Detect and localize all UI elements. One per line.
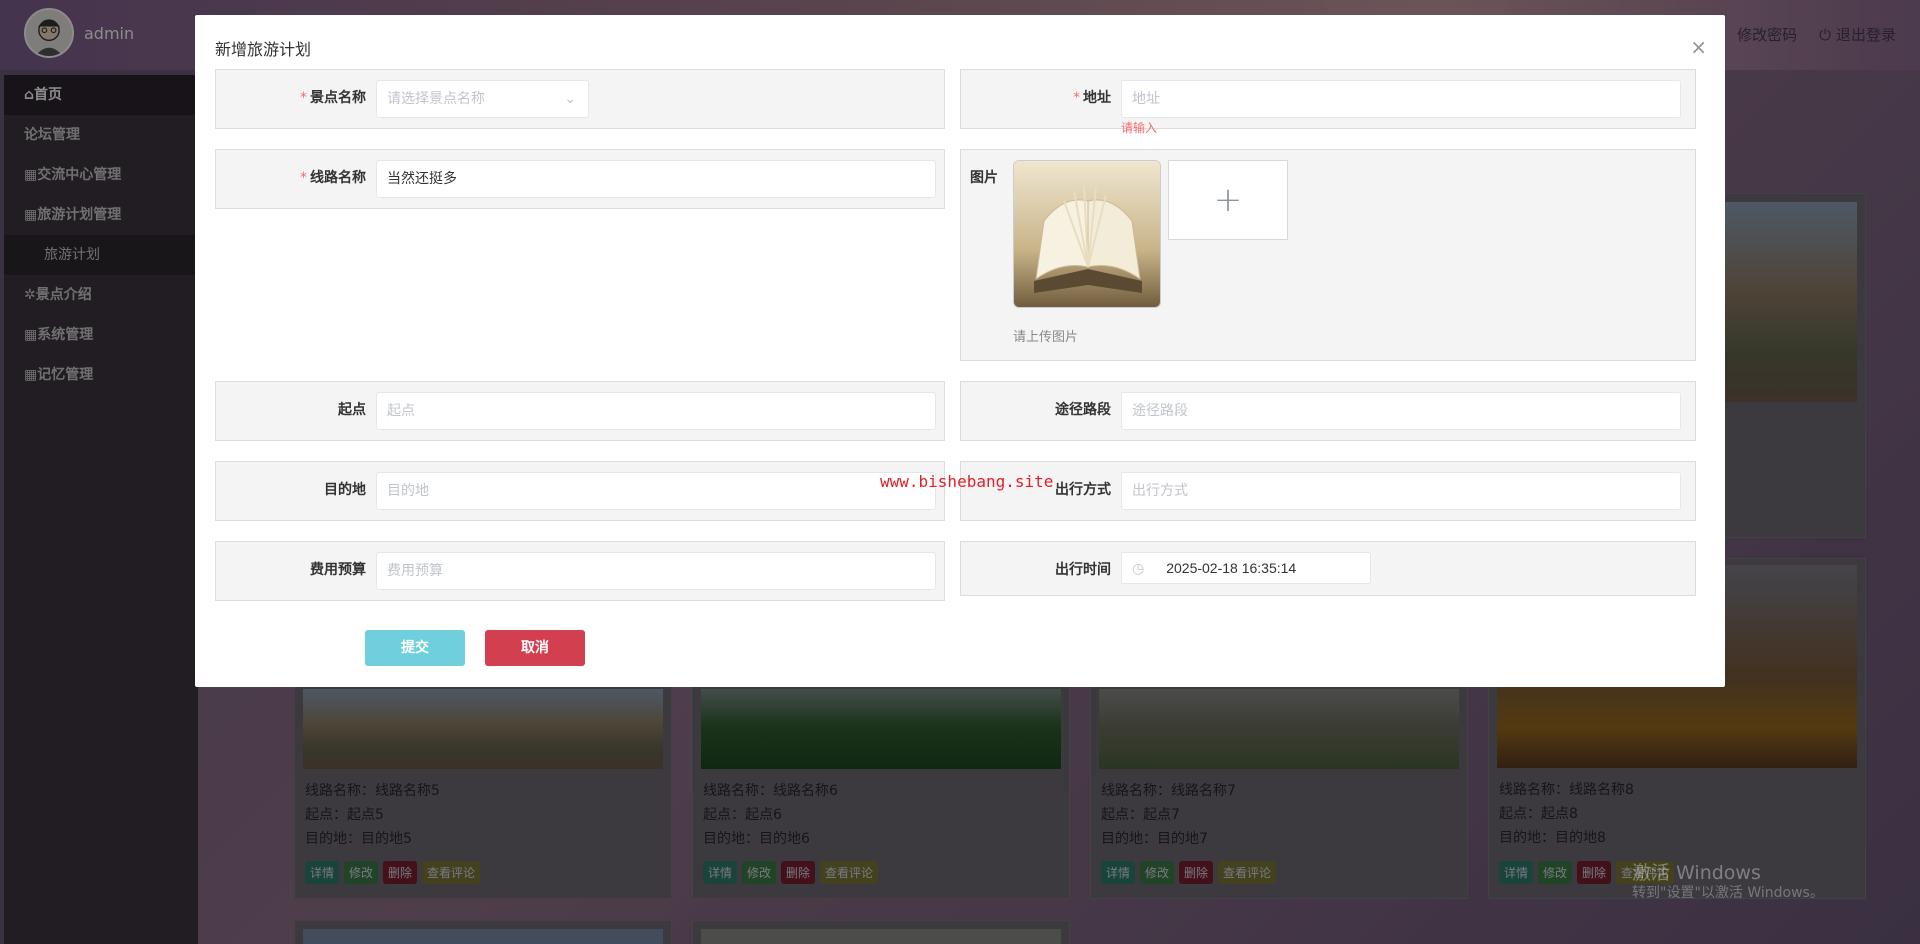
image-label: 图片: [970, 170, 998, 186]
address-error: 请输入: [1121, 121, 1158, 135]
submit-button[interactable]: 提交: [365, 630, 465, 666]
open-book-image: [1014, 161, 1160, 307]
departure-time-picker[interactable]: ◷ 2025-02-18 16:35:14: [1121, 552, 1371, 584]
add-travel-plan-dialog: 新增旅游计划 × * 景点名称 请选择景点名称 ⌄ * 地址 地址 请输入 * 线路名…: [195, 15, 1725, 687]
dialog-title: 新增旅游计划: [215, 40, 312, 59]
address-placeholder: 地址: [1132, 91, 1160, 107]
windows-activation-hint: 转到"设置"以激活 Windows。: [1632, 885, 1824, 901]
site-watermark: www.bishebang.site: [880, 472, 1054, 491]
start-placeholder: 起点: [387, 403, 415, 419]
destination-placeholder: 目的地: [387, 483, 429, 499]
route-name-label: * 线路名称: [300, 170, 366, 186]
image-field: 图片 + 请上传图片: [960, 149, 1696, 361]
departure-time-field: 出行时间 ◷ 2025-02-18 16:35:14: [960, 541, 1696, 596]
destination-label: 目的地: [324, 482, 366, 498]
scenic-name-field: * 景点名称 请选择景点名称 ⌄: [215, 69, 945, 129]
budget-placeholder: 费用预算: [387, 563, 443, 579]
waypoints-field: 途径路段 途径路段: [960, 381, 1696, 441]
start-field: 起点 起点: [215, 381, 945, 441]
travel-mode-placeholder: 出行方式: [1132, 483, 1188, 499]
scenic-name-placeholder: 请选择景点名称: [387, 91, 485, 107]
scenic-name-select[interactable]: 请选择景点名称 ⌄: [376, 80, 589, 118]
scenic-name-label: * 景点名称: [300, 90, 366, 106]
address-label: * 地址: [1073, 90, 1111, 106]
uploaded-image-thumbnail[interactable]: [1013, 160, 1161, 308]
travel-mode-field: 出行方式 出行方式: [960, 461, 1696, 521]
start-label: 起点: [338, 402, 366, 418]
plus-icon: +: [1213, 180, 1243, 220]
start-input[interactable]: 起点: [376, 392, 936, 430]
upload-hint: 请上传图片: [1013, 330, 1079, 345]
budget-input[interactable]: 费用预算: [376, 552, 936, 590]
cancel-button[interactable]: 取消: [485, 630, 585, 666]
close-icon[interactable]: ×: [1690, 35, 1707, 59]
upload-add-button[interactable]: +: [1168, 160, 1288, 240]
waypoints-placeholder: 途径路段: [1132, 403, 1188, 419]
budget-field: 费用预算 费用预算: [215, 541, 945, 601]
route-name-input[interactable]: 当然还挺多: [376, 160, 936, 198]
clock-icon: ◷: [1132, 560, 1145, 576]
address-input[interactable]: 地址: [1121, 80, 1681, 118]
waypoints-label: 途径路段: [1055, 402, 1111, 418]
address-field: * 地址 地址 请输入: [960, 69, 1696, 135]
travel-mode-input[interactable]: 出行方式: [1121, 472, 1681, 510]
departure-time-label: 出行时间: [1055, 562, 1111, 578]
route-name-value: 当然还挺多: [387, 171, 457, 187]
destination-input[interactable]: 目的地: [376, 472, 936, 510]
windows-activation-watermark: 激活 Windows: [1632, 862, 1761, 884]
budget-label: 费用预算: [310, 562, 366, 578]
chevron-down-icon: ⌄: [564, 91, 576, 107]
route-name-field: * 线路名称 当然还挺多: [215, 149, 945, 209]
departure-time-value: 2025-02-18 16:35:14: [1166, 560, 1297, 576]
waypoints-input[interactable]: 途径路段: [1121, 392, 1681, 430]
destination-field: 目的地 目的地: [215, 461, 945, 521]
